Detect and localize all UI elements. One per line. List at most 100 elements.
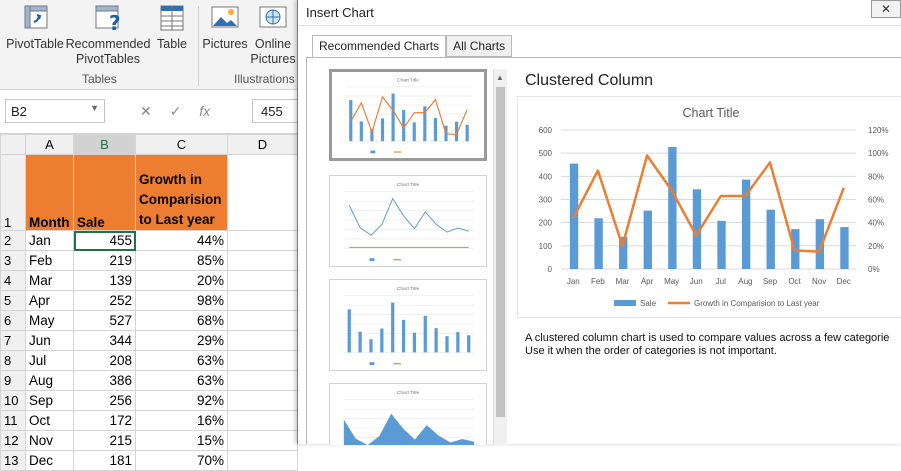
cell[interactable] [227, 250, 298, 271]
column-header-b[interactable]: B [73, 134, 136, 155]
row-header[interactable]: 10 [0, 390, 26, 411]
row-header[interactable]: 7 [0, 330, 26, 351]
row-header[interactable]: 4 [0, 270, 26, 291]
formula-icons: ✕ ✓ fx [140, 103, 224, 120]
thumbnail-clustered-column-line[interactable]: Chart Title [329, 69, 487, 161]
pivottable-icon [24, 5, 48, 29]
tab-all-charts[interactable]: All Charts [446, 35, 513, 57]
scrollbar-thumb[interactable] [496, 87, 505, 417]
cell-sale[interactable]: 344 [73, 330, 136, 351]
cell-growth[interactable]: 20% [135, 270, 228, 291]
row-header[interactable]: 11 [0, 410, 26, 431]
cell-month[interactable]: Feb [25, 250, 74, 271]
cell-sale[interactable]: 139 [73, 270, 136, 291]
cell-sale[interactable]: 208 [73, 350, 136, 371]
cell-month[interactable]: Sep [25, 390, 74, 411]
cell[interactable] [227, 390, 298, 411]
cell[interactable] [227, 310, 298, 331]
cell-growth[interactable]: 44% [135, 230, 228, 251]
x-tick-label: Mar [616, 277, 630, 286]
column-header-d[interactable]: D [227, 134, 298, 155]
row-header[interactable]: 9 [0, 370, 26, 391]
cell-growth[interactable]: 16% [135, 410, 228, 431]
cell[interactable] [227, 450, 298, 471]
tab-recommended-charts[interactable]: Recommended Charts [312, 35, 447, 58]
cell-month[interactable]: Oct [25, 410, 74, 431]
close-icon[interactable]: ✕ [871, 0, 901, 18]
cell-sale[interactable]: 252 [73, 290, 136, 311]
table-row: 11 Oct 172 16% [0, 410, 298, 431]
thumbnail-scrollbar[interactable]: ▲ [493, 69, 507, 445]
row-header[interactable]: 6 [0, 310, 26, 331]
cell-month[interactable]: May [25, 310, 74, 331]
cell-growth[interactable]: 15% [135, 430, 228, 451]
pivottable-button[interactable]: PivotTable [6, 2, 64, 52]
cell[interactable] [227, 270, 298, 291]
recommended-pivottables-button[interactable]: ? Recommended PivotTables [66, 2, 150, 67]
row-header[interactable]: 12 [0, 430, 26, 451]
row-header[interactable]: 3 [0, 250, 26, 271]
enter-icon[interactable]: ✓ [170, 103, 182, 119]
cell-month[interactable]: Aug [25, 370, 74, 391]
chart-thumbnail-list: Chart Title Chart Title Chart Title Char… [323, 69, 493, 445]
cell-sale[interactable]: 172 [73, 410, 136, 431]
cancel-icon[interactable]: ✕ [140, 103, 152, 119]
chevron-down-icon[interactable]: ▼ [90, 103, 99, 113]
scroll-up-icon[interactable]: ▲ [496, 73, 504, 82]
insert-chart-dialog: Insert Chart ✕ Recommended Charts All Ch… [297, 0, 901, 445]
row-header[interactable]: 2 [0, 230, 26, 251]
cell-sale[interactable]: 215 [73, 430, 136, 451]
cell[interactable] [227, 230, 298, 251]
cell-sale[interactable]: 386 [73, 370, 136, 391]
cell-growth[interactable]: 63% [135, 370, 228, 391]
cell-growth[interactable]: 63% [135, 350, 228, 371]
cell[interactable]: Month [25, 154, 74, 231]
thumbnail-legend-swatch [393, 363, 402, 365]
cell-sale[interactable]: 181 [73, 450, 136, 471]
cell[interactable] [227, 154, 298, 231]
cell-growth[interactable]: 70% [135, 450, 228, 471]
insert-function-icon[interactable]: fx [199, 103, 210, 119]
cell-sale[interactable]: 256 [73, 390, 136, 411]
cell[interactable] [227, 430, 298, 451]
column-header-c[interactable]: C [135, 134, 228, 155]
cell[interactable]: Sale [73, 154, 136, 231]
column-header-a[interactable]: A [25, 134, 74, 155]
row-header[interactable]: 1 [0, 154, 26, 231]
row-header[interactable]: 5 [0, 290, 26, 311]
row-header[interactable]: 13 [0, 450, 26, 471]
cell[interactable] [227, 350, 298, 371]
select-all-corner[interactable] [0, 134, 26, 155]
chart-description: A clustered column chart is used to comp… [525, 332, 890, 357]
cell[interactable] [227, 290, 298, 311]
cell-growth[interactable]: 29% [135, 330, 228, 351]
cell-month[interactable]: Nov [25, 430, 74, 451]
cell-growth[interactable]: 85% [135, 250, 228, 271]
thumbnail-area[interactable]: Chart Title [329, 383, 487, 445]
table-row: 12 Nov 215 15% [0, 430, 298, 451]
cell-month[interactable]: Mar [25, 270, 74, 291]
name-box[interactable]: B2 ▼ [5, 99, 105, 123]
pictures-button[interactable]: Pictures [202, 2, 248, 52]
cell-month[interactable]: Jul [25, 350, 74, 371]
thumbnail-column[interactable]: Chart Title [329, 279, 487, 371]
cell[interactable] [227, 410, 298, 431]
cell-month[interactable]: Dec [25, 450, 74, 471]
cell-month[interactable]: Jun [25, 330, 74, 351]
cell-growth[interactable]: 92% [135, 390, 228, 411]
cell-sale[interactable]: 219 [73, 250, 136, 271]
cell-sale[interactable]: 527 [73, 310, 136, 331]
cell-growth[interactable]: 68% [135, 310, 228, 331]
table-button[interactable]: Table [152, 2, 192, 52]
cell-growth[interactable]: 98% [135, 290, 228, 311]
thumbnail-line[interactable]: Chart Title [329, 175, 487, 267]
row-header[interactable]: 8 [0, 350, 26, 371]
cell[interactable] [227, 370, 298, 391]
cell[interactable]: Growth in Comparision to Last year [135, 154, 228, 231]
y-tick-label: 300 [539, 196, 553, 205]
cell[interactable] [227, 330, 298, 351]
cell-sale[interactable]: 455 [73, 230, 136, 251]
cell-month[interactable]: Jan [25, 230, 74, 251]
online-pictures-button[interactable]: Online Pictures [250, 2, 296, 67]
cell-month[interactable]: Apr [25, 290, 74, 311]
